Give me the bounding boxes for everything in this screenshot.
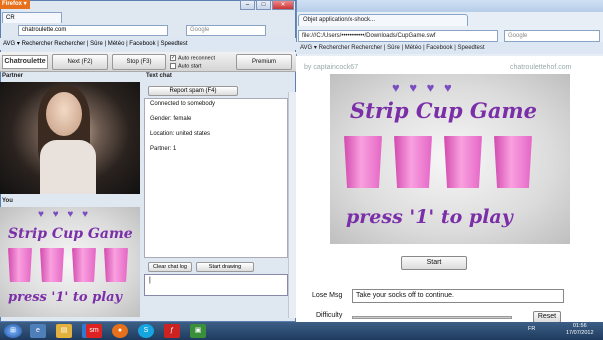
cup-2[interactable] [394,136,432,188]
premium-button[interactable]: Premium [236,54,292,70]
clock-date: 17/07/2012 [566,330,594,336]
chatroulette-logo: Chatroulette [2,55,48,69]
minimize-icon[interactable]: – [240,0,255,10]
partner-face [46,92,82,136]
cup-4[interactable] [494,136,532,188]
cup-1[interactable] [344,136,382,188]
firefox-icon[interactable]: ● [112,324,128,338]
skype-icon[interactable]: S [138,324,154,338]
windows-start-icon[interactable]: ⊞ [4,324,22,338]
window-titlebar [297,0,603,12]
close-icon[interactable]: ✕ [272,0,294,10]
message-input[interactable]: | [144,274,288,296]
bookmarks-toolbar[interactable]: AVG ▾ Rechercher Rechercher | Sûre | Mét… [296,42,603,54]
next-button[interactable]: Next (F2) [52,54,108,70]
text-chat-label: Text chat [146,73,172,79]
clock-time: 01:56 [572,323,587,329]
clear-chat-button[interactable]: Clear chat log [148,262,192,272]
search-input-left[interactable]: Google [186,25,266,36]
chat-line: Partner: 1 [150,146,177,152]
report-spam-label: Report spam (F4) [169,88,217,94]
url-bar-left[interactable]: chatroulette.com [18,25,168,36]
game-title-small: Strip Cup Game [8,226,133,242]
firefox-menu-button[interactable]: Firefox ▾ [0,0,30,9]
stop-button[interactable]: Stop (F3) [112,54,166,70]
auto-start-checkbox[interactable]: Auto start [170,63,202,69]
bookmarks-toolbar-left[interactable]: AVG ▾ Rechercher Rechercher | Sûre | Mét… [0,38,296,50]
difficulty-slider[interactable] [352,316,512,319]
report-spam-button[interactable]: Report spam (F4) [148,86,238,96]
folder-icon[interactable]: ▤ [56,324,72,338]
flash-icon[interactable]: ƒ [164,324,180,338]
credit-site: chatroulettehof.com [510,64,572,71]
cup-small-4 [104,248,128,282]
partner-top [40,140,96,194]
start-drawing-button[interactable]: Start drawing [196,262,254,272]
cup-small-3 [72,248,96,282]
language-indicator[interactable]: FR [528,326,535,332]
tab-cupgame[interactable]: Objet application/x-shock... [298,14,468,26]
cup-3[interactable] [444,136,482,188]
scrollbar[interactable] [288,92,296,318]
app-icon[interactable]: ▣ [190,324,206,338]
system-clock[interactable]: 01:56 17/07/2012 [566,323,594,337]
maximize-icon[interactable]: □ [256,0,271,10]
difficulty-label: Difficulty [316,312,343,319]
press-to-play-small: press '1' to play [8,290,123,305]
start-button[interactable]: Start [401,256,467,270]
explorer-icon[interactable]: e [30,324,46,338]
chat-log [144,98,288,258]
game-title: Strip Cup Game [350,98,538,123]
url-bar[interactable]: file:///C:/Users/•••••••••••/Downloads/C… [298,30,498,42]
cup-small-2 [40,248,64,282]
hearts-icon-small: ♥ ♥ ♥ ♥ [38,209,92,220]
tab-cr[interactable]: CR [2,12,62,23]
chat-line: Gender: female [150,116,192,122]
you-label: You [2,198,13,204]
auto-reconnect-checkbox[interactable]: ✓ Auto reconnect [170,55,215,61]
partner-label: Partner [2,73,24,79]
hearts-icon: ♥ ♥ ♥ ♥ [392,80,455,95]
search-input[interactable]: Google [504,30,600,42]
cup-small-1 [8,248,32,282]
lose-msg-label: Lose Msg [312,292,343,299]
credit-author: by captaincock67 [304,64,359,71]
chat-line: Location: united states [150,131,211,137]
chat-line: Connected to somebody [150,101,216,107]
press-to-play: press '1' to play [346,206,513,228]
sm-app-icon[interactable]: sm [86,324,102,338]
lose-msg-input[interactable]: Take your socks off to continue. [352,289,564,303]
window-controls: – □ ✕ [240,0,294,10]
